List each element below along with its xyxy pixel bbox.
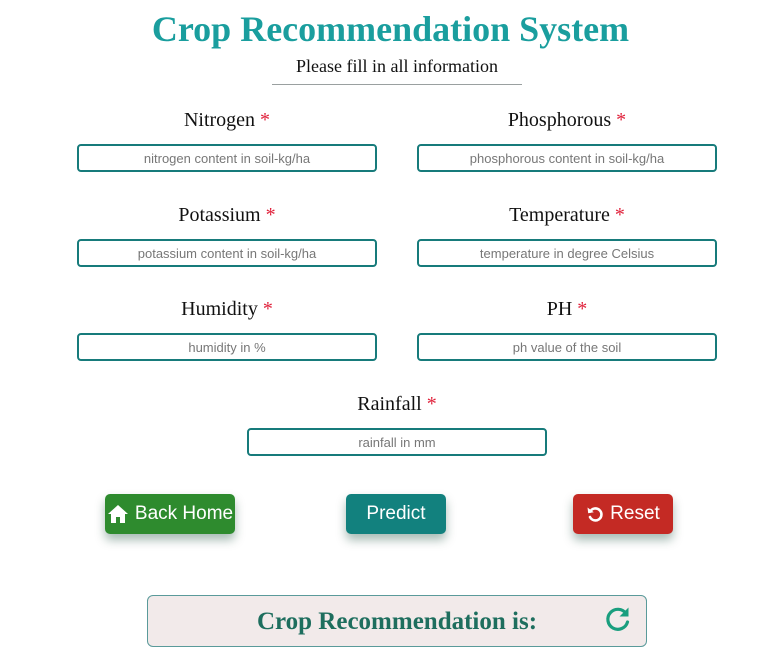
required-mark: *	[426, 393, 437, 415]
field-nitrogen: Nitrogen *	[77, 107, 377, 172]
humidity-input[interactable]	[77, 333, 377, 361]
phosphorous-label: Phosphorous *	[507, 109, 627, 131]
reset-label: Reset	[610, 503, 660, 524]
field-temperature: Temperature *	[417, 202, 717, 267]
potassium-input[interactable]	[77, 239, 377, 267]
required-mark: *	[616, 109, 627, 131]
field-potassium: Potassium *	[77, 202, 377, 267]
result-text: Crop Recommendation is:	[256, 608, 538, 635]
reset-button[interactable]: Reset	[573, 494, 673, 534]
ph-label: PH *	[546, 298, 588, 320]
nitrogen-label: Nitrogen *	[183, 109, 271, 131]
required-mark: *	[260, 109, 271, 131]
field-rainfall: Rainfall *	[247, 391, 547, 456]
potassium-label: Potassium *	[178, 204, 276, 226]
required-mark: *	[262, 298, 273, 320]
nitrogen-input[interactable]	[77, 144, 377, 172]
required-mark: *	[265, 204, 276, 226]
predict-label: Predict	[366, 503, 426, 524]
temperature-input[interactable]	[417, 239, 717, 267]
back-home-label: Back Home	[134, 503, 234, 524]
field-humidity: Humidity *	[77, 296, 377, 361]
required-mark: *	[614, 204, 625, 226]
phosphorous-input[interactable]	[417, 144, 717, 172]
field-phosphorous: Phosphorous *	[417, 107, 717, 172]
rainfall-input[interactable]	[247, 428, 547, 456]
field-ph: PH *	[417, 296, 717, 361]
temperature-label: Temperature *	[509, 204, 625, 226]
page-subtitle: Please fill in all information	[272, 56, 522, 85]
refresh-icon[interactable]	[604, 605, 632, 638]
home-icon	[107, 504, 129, 524]
page-title: Crop Recommendation System	[151, 9, 630, 49]
ph-input[interactable]	[417, 333, 717, 361]
required-mark: *	[577, 298, 588, 320]
humidity-label: Humidity *	[181, 298, 273, 320]
back-home-button[interactable]: Back Home	[105, 494, 235, 534]
undo-icon	[586, 505, 604, 523]
predict-button[interactable]: Predict	[346, 494, 446, 534]
rainfall-label: Rainfall *	[357, 393, 437, 415]
result-panel: Crop Recommendation is:	[147, 595, 647, 647]
